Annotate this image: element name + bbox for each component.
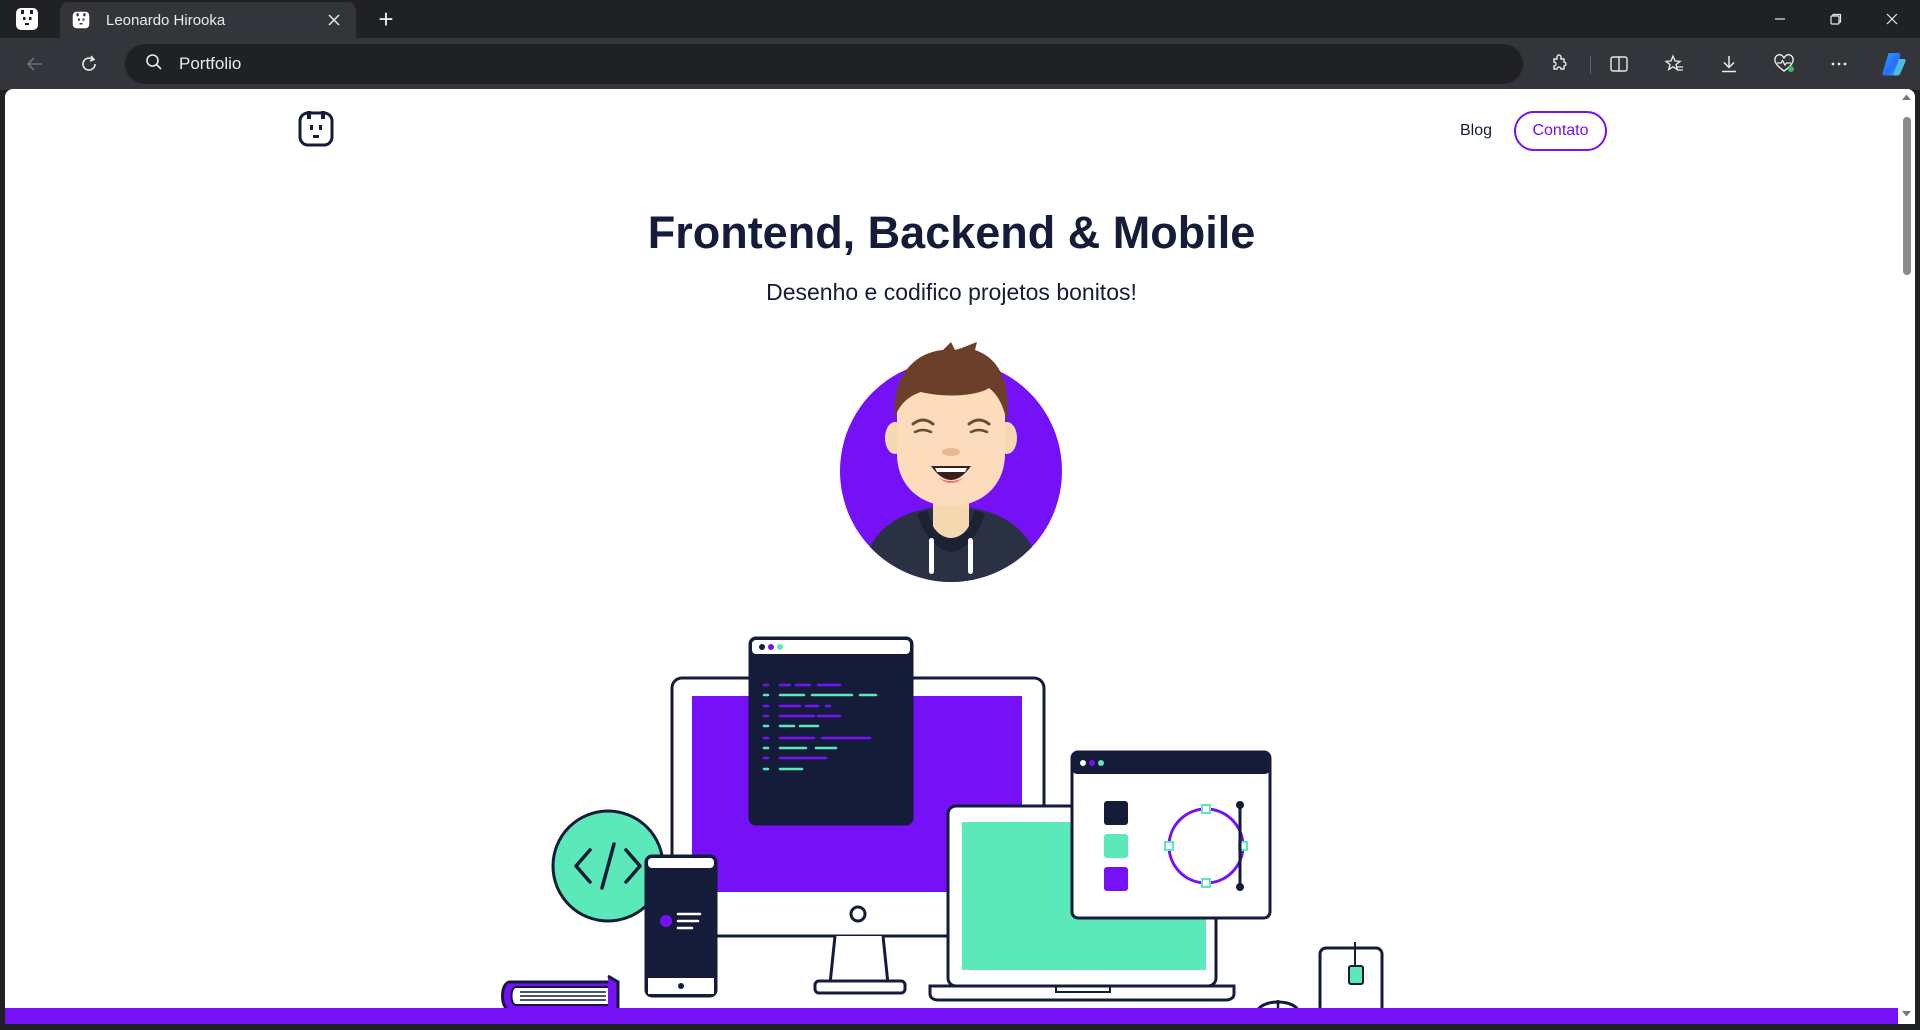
tab-title: Leonardo Hirooka [106,11,226,29]
portfolio-page: Blog Contato Frontend, Backend & Mobile … [5,89,1898,1024]
avatar-illustration [837,338,1065,582]
phone-graphic [644,854,718,998]
address-bar[interactable]: Portfolio [125,44,1523,84]
minimize-icon[interactable] [1752,0,1808,38]
contact-button[interactable]: Contato [1514,111,1607,151]
design-window-graphic [1070,750,1272,920]
scroll-up-arrow-icon[interactable] [1901,93,1912,103]
browser-tab-strip: Leonardo Hirooka + [0,0,1920,38]
browser-essentials-icon[interactable] [1767,47,1801,81]
page-scrollbar[interactable] [1898,89,1915,1024]
toolbar-divider [1590,56,1591,74]
mug-graphic [1318,942,1384,1016]
more-icon[interactable] [1822,47,1856,81]
refresh-icon[interactable] [72,47,106,81]
code-window-graphic [748,636,914,826]
book-graphic [501,974,620,1012]
active-tab[interactable]: Leonardo Hirooka [60,2,356,38]
downloads-icon[interactable] [1712,47,1746,81]
hero-bottom-band [5,1008,1898,1024]
address-text: Portfolio [179,54,242,73]
main-nav: Blog Contato [1460,111,1607,151]
window-controls [1752,0,1920,38]
workspace-illustration [500,636,1406,1024]
scrollbar-thumb[interactable] [1903,117,1911,275]
browser-app-icon[interactable] [14,6,40,32]
favorites-icon[interactable] [1657,47,1691,81]
extensions-icon[interactable] [1542,47,1576,81]
tab-close-icon[interactable] [324,10,344,31]
scroll-down-arrow-icon[interactable] [1901,1010,1912,1020]
close-icon[interactable] [1864,0,1920,38]
copilot-icon[interactable] [1877,47,1911,81]
site-logo[interactable] [298,111,334,147]
restore-icon[interactable] [1808,0,1864,38]
new-tab-button[interactable]: + [370,4,402,36]
nav-blog-link[interactable]: Blog [1460,122,1492,140]
hero-title: Frontend, Backend & Mobile [647,207,1256,258]
back-arrow-icon[interactable] [18,47,52,81]
search-icon [145,53,163,76]
browser-toolbar: Portfolio [0,38,1920,90]
split-screen-icon[interactable] [1602,47,1636,81]
page-viewport: Blog Contato Frontend, Backend & Mobile … [5,89,1915,1024]
site-favicon-icon [72,10,92,30]
hero-subtitle: Desenho e codifico projetos bonitos! [766,279,1137,305]
